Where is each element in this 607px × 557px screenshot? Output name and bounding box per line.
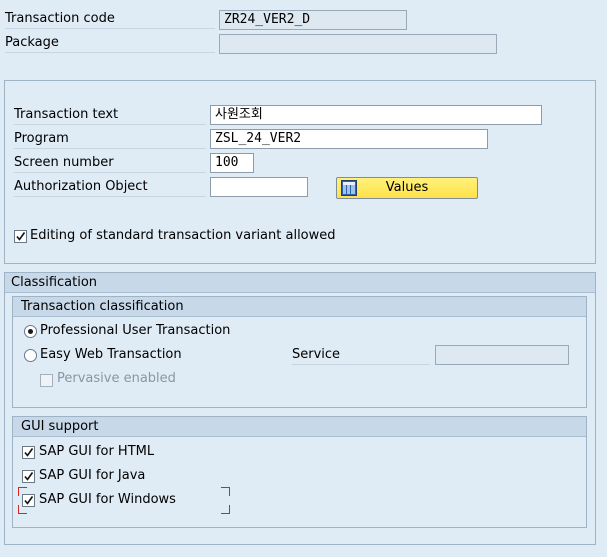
- classification-title: Classification: [5, 273, 595, 293]
- transaction-maintenance-screen: { "header": { "transaction_code_label": …: [0, 0, 607, 557]
- authorization-object-field[interactable]: [210, 177, 308, 197]
- gui-html-checkbox[interactable]: [22, 446, 35, 459]
- focus-marker-bottom-left: [18, 505, 27, 514]
- program-field[interactable]: ZSL_24_VER2: [210, 129, 488, 149]
- transaction-classification-title: Transaction classification: [13, 297, 586, 317]
- gui-java-label: SAP GUI for Java: [39, 468, 146, 483]
- service-label: Service: [292, 346, 430, 365]
- transaction-code-label: Transaction code: [5, 10, 215, 29]
- values-button-label: Values: [385, 180, 429, 195]
- pervasive-enabled-checkbox[interactable]: [40, 374, 53, 387]
- focus-marker-top-left: [18, 487, 27, 496]
- pervasive-enabled-label: Pervasive enabled: [57, 371, 176, 386]
- gui-support-title: GUI support: [13, 417, 586, 437]
- focus-marker-bottom-right: [221, 505, 230, 514]
- easy-web-radio[interactable]: [24, 349, 37, 362]
- professional-user-radio[interactable]: [24, 325, 37, 338]
- package-label: Package: [5, 34, 215, 53]
- transaction-text-label: Transaction text: [14, 106, 206, 125]
- radio-selected-dot: [28, 329, 33, 334]
- service-field[interactable]: [435, 345, 569, 365]
- easy-web-label: Easy Web Transaction: [40, 347, 182, 362]
- gui-windows-label: SAP GUI for Windows: [39, 492, 176, 507]
- transaction-code-field[interactable]: ZR24_VER2_D: [219, 10, 407, 30]
- focus-marker-top-right: [221, 487, 230, 496]
- program-label: Program: [14, 130, 206, 149]
- authorization-object-label: Authorization Object: [14, 178, 206, 197]
- package-field[interactable]: [219, 34, 497, 54]
- screen-number-label: Screen number: [14, 154, 206, 173]
- gui-java-checkbox[interactable]: [22, 470, 35, 483]
- values-button[interactable]: Values: [336, 177, 478, 199]
- screen-number-field[interactable]: 100: [210, 153, 254, 173]
- gui-html-label: SAP GUI for HTML: [39, 444, 155, 459]
- variant-allowed-checkbox[interactable]: [14, 230, 27, 243]
- variant-allowed-label: Editing of standard transaction variant …: [30, 228, 336, 243]
- transaction-text-field[interactable]: 사원조회: [210, 105, 542, 125]
- professional-user-label: Professional User Transaction: [40, 323, 231, 338]
